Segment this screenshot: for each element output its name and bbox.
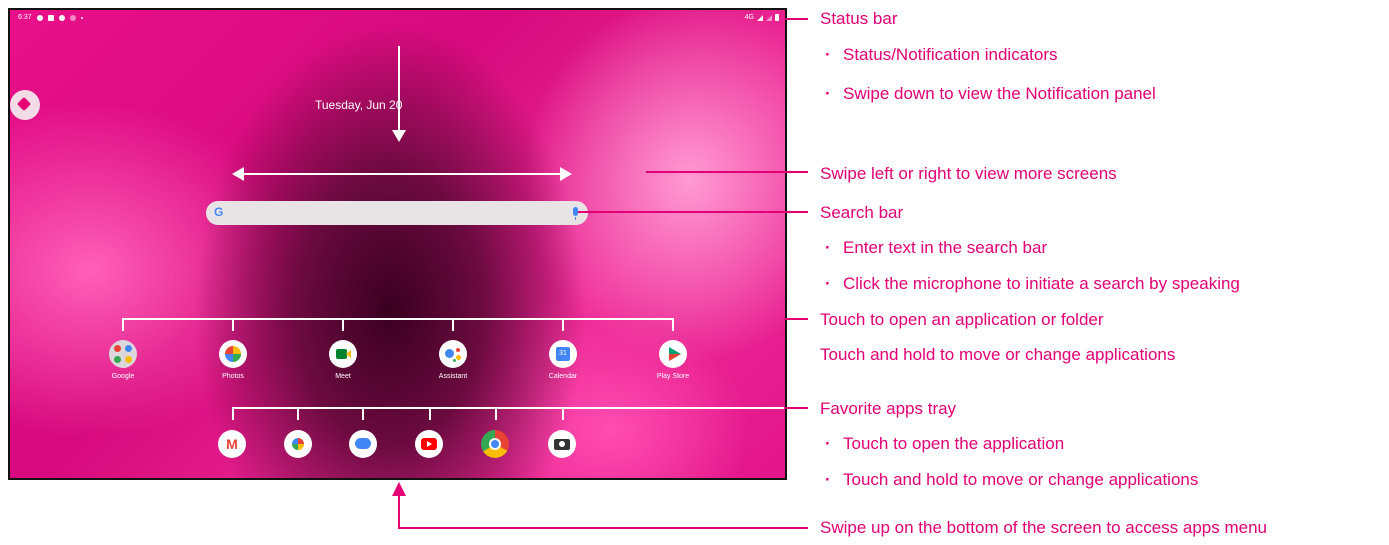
app-label: Google xyxy=(111,373,135,380)
connector-tick xyxy=(122,318,124,331)
leader-search xyxy=(578,211,808,213)
signal-icon xyxy=(757,14,763,21)
calendar-icon: 31 xyxy=(549,340,577,368)
app-google[interactable]: Google xyxy=(93,340,153,380)
file-icon xyxy=(47,14,54,21)
leader-fav xyxy=(784,407,808,409)
annotation-swipe: Swipe left or right to view more screens xyxy=(820,164,1117,183)
connector-tick xyxy=(562,407,564,420)
annotation-apps: Touch to open an application or folder xyxy=(820,310,1104,329)
annotation-bullet: Click the microphone to initiate a searc… xyxy=(825,274,1240,294)
annotation-bullet: Touch to open the application xyxy=(825,434,1064,454)
settings-icon xyxy=(36,14,43,21)
app-label: Photos xyxy=(222,373,244,380)
search-bar[interactable]: G xyxy=(206,201,588,225)
annotation-bullet: Status/Notification indicators xyxy=(825,45,1057,65)
status-time: 6:37 xyxy=(18,14,32,21)
youtube-icon[interactable] xyxy=(415,430,443,458)
tmobile-widget-icon[interactable] xyxy=(10,90,40,120)
leader-apps xyxy=(784,318,808,320)
messages-icon[interactable] xyxy=(349,430,377,458)
status-bar-right[interactable]: 4G xyxy=(745,14,779,21)
swipe-up-connector xyxy=(398,527,808,529)
more-dot-icon xyxy=(80,16,83,19)
chrome-icon[interactable] xyxy=(481,430,509,458)
leader-status xyxy=(784,18,808,20)
connector-tick xyxy=(362,407,364,420)
play-store-icon xyxy=(659,340,687,368)
annotation-bullet: Enter text in the search bar xyxy=(825,238,1047,258)
date-widget[interactable]: Tuesday, Jun 20 xyxy=(315,98,402,112)
status-bar-left[interactable]: 6:37 xyxy=(18,14,83,21)
camera-icon[interactable] xyxy=(548,430,576,458)
app-calendar[interactable]: 31 Calendar xyxy=(533,340,593,380)
annotation-swipe-up: Swipe up on the bottom of the screen to … xyxy=(820,518,1267,537)
annotation-search-bar: Search bar xyxy=(820,203,904,222)
connector-tick xyxy=(495,407,497,420)
swipe-up-line xyxy=(398,494,400,529)
connector-tick xyxy=(232,407,234,420)
photos-icon xyxy=(219,340,247,368)
meet-icon xyxy=(329,340,357,368)
connector-tick xyxy=(342,318,344,331)
connector-tick xyxy=(562,318,564,331)
annotation-favorites: Favorite apps tray xyxy=(820,399,957,418)
gmail-icon[interactable]: M xyxy=(218,430,246,458)
battery-icon xyxy=(775,14,779,21)
apps-connector-line-ext xyxy=(573,318,674,320)
swipe-down-arrow-icon xyxy=(392,46,406,142)
apps-connector-line xyxy=(122,318,573,320)
dock-connector-line xyxy=(232,407,573,409)
app-label: Play Store xyxy=(656,373,690,380)
google-folder-icon xyxy=(109,340,137,368)
swipe-left-right-arrow-icon xyxy=(232,167,572,181)
photos-icon[interactable] xyxy=(284,430,312,458)
app-label: Assistant xyxy=(438,373,468,380)
app-assistant[interactable]: Assistant xyxy=(423,340,483,380)
assistant-icon xyxy=(439,340,467,368)
annotation-bullet: Swipe down to view the Notification pane… xyxy=(825,84,1156,104)
app-label: Meet xyxy=(335,373,351,380)
wifi-off-icon xyxy=(69,14,76,21)
network-type: 4G xyxy=(744,14,754,21)
app-photos[interactable]: Photos xyxy=(203,340,263,380)
annotation-apps-hold: Touch and hold to move or change applica… xyxy=(820,345,1176,364)
dock-connector-line-ext xyxy=(573,407,785,409)
shield-icon xyxy=(58,14,65,21)
annotation-status-bar: Status bar xyxy=(820,9,898,28)
signal-icon-2 xyxy=(766,14,772,21)
google-g-icon: G xyxy=(214,205,224,219)
connector-tick xyxy=(452,318,454,331)
leader-swipe xyxy=(646,171,808,173)
connector-tick xyxy=(297,407,299,420)
app-label: Calendar xyxy=(548,373,578,380)
tablet-screen: 6:37 4G Tuesday, Jun 20 G Google Photos … xyxy=(8,8,787,480)
annotation-bullet: Touch and hold to move or change applica… xyxy=(825,470,1198,490)
app-play-store[interactable]: Play Store xyxy=(643,340,703,380)
app-meet[interactable]: Meet xyxy=(313,340,373,380)
connector-tick xyxy=(232,318,234,331)
connector-tick xyxy=(429,407,431,420)
